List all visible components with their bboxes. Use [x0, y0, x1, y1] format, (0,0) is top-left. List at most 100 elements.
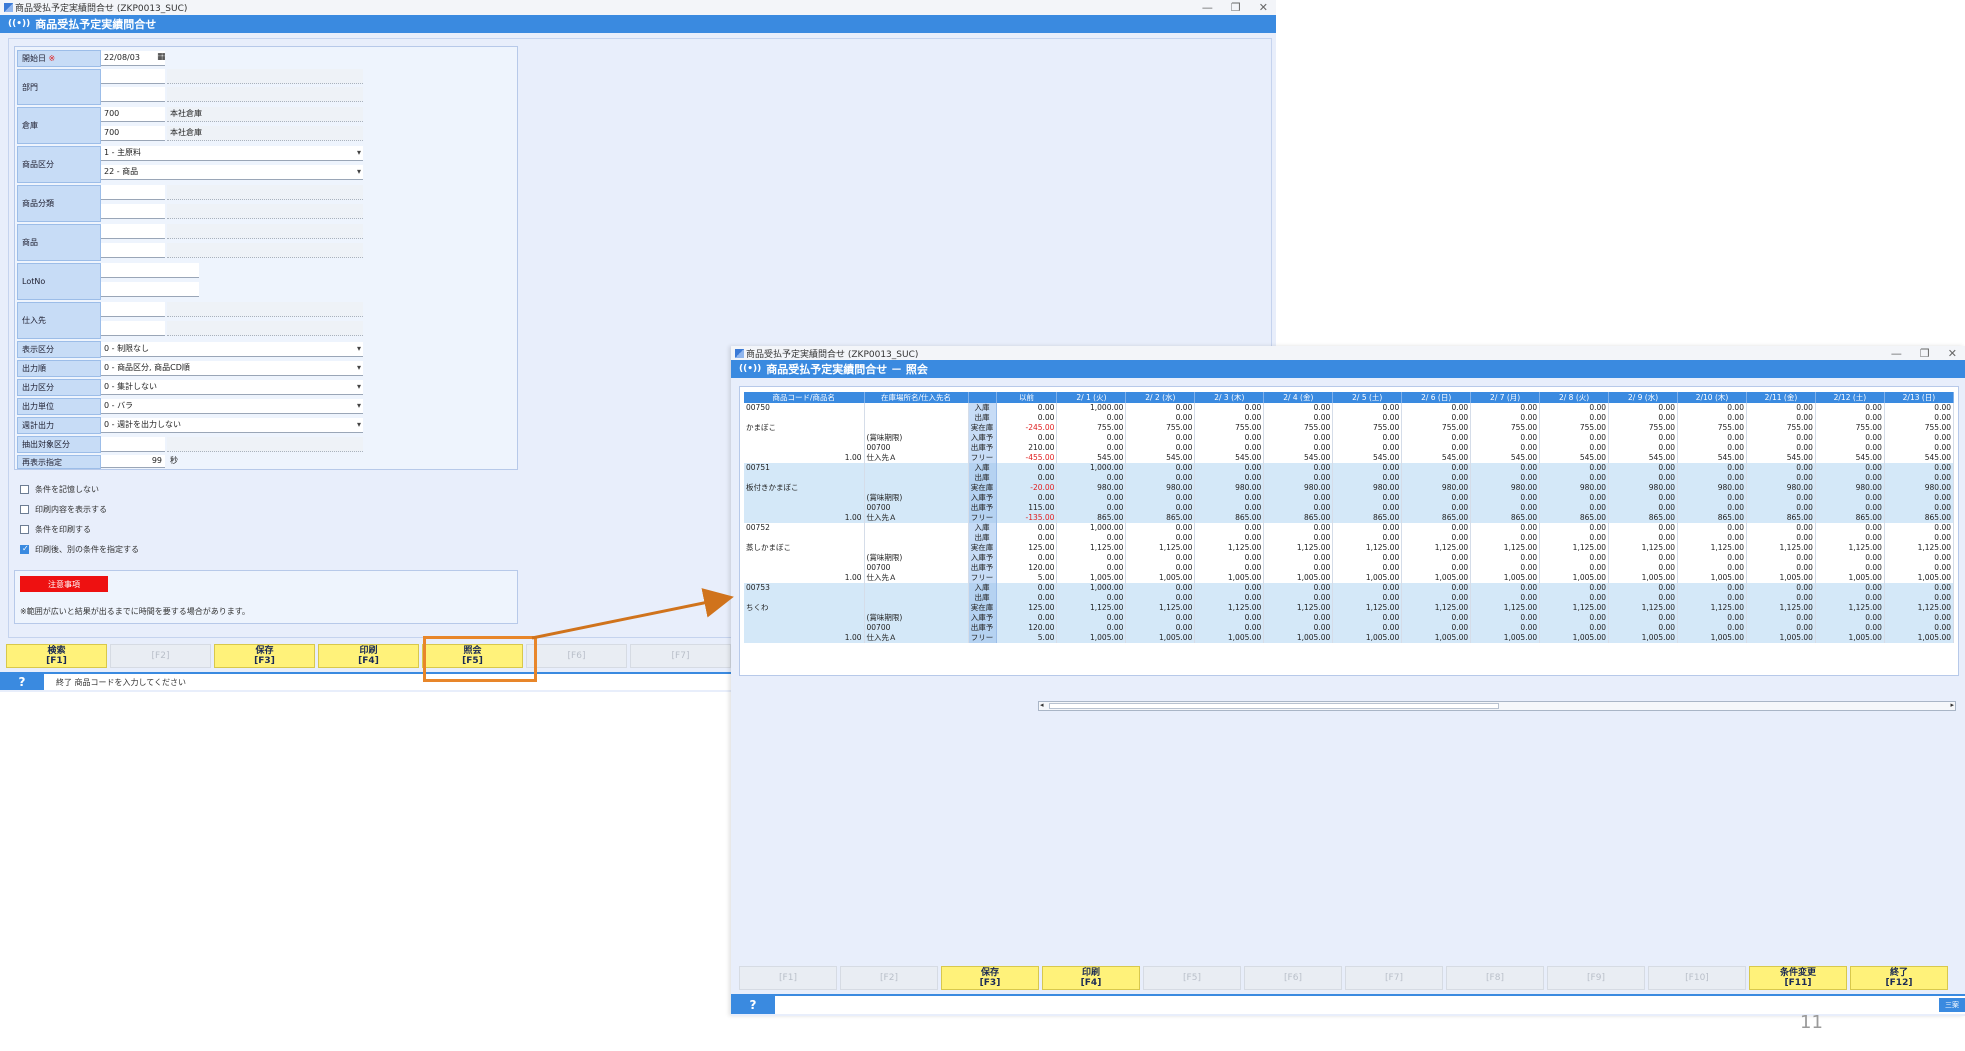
value-cell: 0.00 [1815, 563, 1885, 573]
table-row[interactable]: (賞味期限) 入庫予 0.00 0.00 0.00 0.00 0.00 0.00 0.00 0.0… [744, 433, 1955, 443]
checkbox-no-remember-box[interactable] [20, 485, 29, 494]
warehouse-from-input[interactable]: 700 [101, 107, 165, 122]
scroll-right-icon[interactable]: ▸ [1950, 701, 1954, 709]
checkbox-show-print[interactable]: 印刷内容を表示する [20, 504, 107, 515]
restore-icon[interactable]: ❐ [1231, 0, 1241, 15]
item-class-to-input[interactable] [101, 204, 165, 219]
value-cell: 0.00 [1539, 403, 1610, 413]
checkbox-print-conditions-box[interactable] [20, 525, 29, 534]
value-cell: 980.00 [1332, 483, 1403, 493]
fkey-f12-button[interactable]: 終了 [F12] [1850, 966, 1948, 990]
item-class-from-input[interactable] [101, 185, 165, 200]
output-unit-select[interactable]: 0 - バラ [101, 399, 363, 414]
restore-icon[interactable]: ❐ [1920, 346, 1930, 361]
print-f4-button[interactable]: 印刷 [F4] [318, 644, 419, 668]
item-category-from-select[interactable]: 1 - 主原料 [101, 146, 363, 161]
refresh-input[interactable]: 99 [101, 455, 165, 468]
close-icon[interactable]: ✕ [1259, 0, 1268, 15]
table-row[interactable]: 1.00 仕入先Ａ フリー 5.00 1,005.00 1,005.00 1,005.00 1… [744, 573, 1955, 583]
output-type-label: 出力区分 [17, 379, 101, 396]
display-select[interactable]: 0 - 制限なし [101, 342, 363, 357]
value-cell: 0.00 [1608, 403, 1679, 413]
checkbox-no-remember[interactable]: 条件を記憶しない [20, 484, 99, 495]
table-row[interactable]: (賞味期限) 入庫予 0.00 0.00 0.00 0.00 0.00 0.00 0.00 0.0… [744, 613, 1955, 623]
extract-input[interactable] [101, 437, 165, 452]
table-row[interactable]: 00700 出庫予 210.00 0.00 0.00 0.00 0.00 0.00 0.00 0.… [744, 443, 1955, 453]
column-header: 2/ 1 (火) [1056, 392, 1127, 403]
item-cell: 00753 [744, 583, 865, 593]
table-row[interactable]: 1.00 仕入先Ａ フリー 5.00 1,005.00 1,005.00 1,005.00 1… [744, 633, 1955, 643]
table-row[interactable]: (賞味期限) 入庫予 0.00 0.00 0.00 0.00 0.00 0.00 0.00 0.0… [744, 493, 1955, 503]
dept-from-input[interactable] [101, 69, 165, 84]
value-cell: 1,005.00 [1746, 573, 1816, 583]
table-row[interactable]: 00700 出庫予 115.00 0.00 0.00 0.00 0.00 0.00 0.00 0.… [744, 503, 1955, 513]
table-row[interactable]: 蒸しかまぼこ 実在庫 125.00 1,125.00 1,125.00 1,125.00 1… [744, 543, 1955, 553]
checkbox-after-print-box[interactable] [20, 544, 29, 554]
value-cell: 0.00 [1677, 433, 1747, 443]
help-icon[interactable]: ? [731, 996, 775, 1014]
warehouse-to-input[interactable]: 700 [101, 126, 165, 141]
help-icon[interactable]: ? [0, 674, 44, 690]
save-f3-button[interactable]: 保存 [F3] [214, 644, 315, 668]
search-f1-button[interactable]: 検索 [F1] [6, 644, 107, 668]
dept-to-input[interactable] [101, 87, 165, 102]
value-cell: 0.00 [1125, 553, 1196, 563]
calendar-icon[interactable]: ▦ [157, 52, 166, 62]
table-row[interactable]: かまぼこ 実在庫 -245.00 755.00 755.00 755.00 755.00 75… [744, 423, 1955, 433]
table-row[interactable]: ちくわ 実在庫 125.00 1,125.00 1,125.00 1,125.00 1,12… [744, 603, 1955, 613]
value-cell: 0.00 [1539, 473, 1610, 483]
supplier-to-input[interactable] [101, 321, 165, 336]
value-cell: 0.00 [1815, 463, 1885, 473]
value-cell: 0.00 [1401, 623, 1472, 633]
close-icon[interactable]: ✕ [1948, 346, 1957, 361]
item-from-input[interactable] [101, 224, 165, 239]
notice-button[interactable]: 注意事項 [20, 576, 108, 592]
checkbox-print-conditions[interactable]: 条件を印刷する [20, 524, 91, 535]
lot-to-input[interactable] [101, 282, 199, 297]
value-cell: 0.00 [996, 583, 1058, 593]
table-row[interactable]: 00750 入庫 0.00 1,000.00 0.00 0.00 0.00 0.00 0.00 0… [744, 403, 1955, 413]
table-row[interactable]: 出庫 0.00 0.00 0.00 0.00 0.00 0.00 0.00 0.00 0.00 0.… [744, 533, 1955, 543]
checkbox-after-print[interactable]: 印刷後、別の条件を指定する [20, 544, 139, 555]
table-row[interactable]: 板付きかまぼこ 実在庫 -20.00 980.00 980.00 980.00 980.00… [744, 483, 1955, 493]
weekly-select[interactable]: 0 - 週計を出力しない [101, 418, 363, 433]
value-cell: 0.00 [1056, 613, 1127, 623]
minimize-icon[interactable]: — [1202, 0, 1213, 15]
table-row[interactable]: 1.00 仕入先Ａ フリー -135.00 865.00 865.00 865.00 865.… [744, 513, 1955, 523]
scroll-left-icon[interactable]: ◂ [1040, 701, 1044, 709]
window2-header-title: 商品受払予定実績問合せ － 照会 [766, 363, 928, 376]
table-row[interactable]: (賞味期限) 入庫予 0.00 0.00 0.00 0.00 0.00 0.00 0.00 0.0… [744, 553, 1955, 563]
table-row[interactable]: 出庫 0.00 0.00 0.00 0.00 0.00 0.00 0.00 0.00 0.00 0.… [744, 593, 1955, 603]
horizontal-scrollbar[interactable]: ◂ ▸ [1038, 701, 1956, 711]
value-cell: 0.00 [1401, 443, 1472, 453]
table-row[interactable]: 00753 入庫 0.00 1,000.00 0.00 0.00 0.00 0.00 0.00 0… [744, 583, 1955, 593]
output-order-select[interactable]: 0 - 商品区分, 商品CD順 [101, 361, 363, 376]
value-cell: 0.00 [1677, 443, 1747, 453]
table-row[interactable]: 00751 入庫 0.00 1,000.00 0.00 0.00 0.00 0.00 0.00 0… [744, 463, 1955, 473]
table-row[interactable]: 出庫 0.00 0.00 0.00 0.00 0.00 0.00 0.00 0.00 0.00 0.… [744, 473, 1955, 483]
item-to-input[interactable] [101, 243, 165, 258]
table-row[interactable]: 出庫 0.00 0.00 0.00 0.00 0.00 0.00 0.00 0.00 0.00 0.… [744, 413, 1955, 423]
table-row[interactable]: 00700 出庫予 120.00 0.00 0.00 0.00 0.00 0.00 0.00 0.… [744, 563, 1955, 573]
value-cell: 210.00 [996, 443, 1058, 453]
lot-from-input[interactable] [101, 263, 199, 278]
table-row[interactable]: 00700 出庫予 120.00 0.00 0.00 0.00 0.00 0.00 0.00 0.… [744, 623, 1955, 633]
item-category-to-select[interactable]: 22 - 商品 [101, 165, 363, 180]
value-cell: 0.00 [1263, 613, 1334, 623]
value-cell: 0.00 [1677, 503, 1747, 513]
scrollbar-thumb[interactable] [1049, 703, 1499, 709]
window2-title: 商品受払予定実績問合せ (ZKP0013_SUC) [746, 349, 919, 360]
checkbox-show-print-box[interactable] [20, 505, 29, 514]
supplier-from-input[interactable] [101, 302, 165, 317]
fkey-f3-button[interactable]: 保存 [F3] [941, 966, 1039, 990]
table-row[interactable]: 1.00 仕入先Ａ フリー -455.00 545.00 545.00 545.00 545.… [744, 453, 1955, 463]
output-type-select[interactable]: 0 - 集計しない [101, 380, 363, 395]
fkey-f11-button[interactable]: 条件変更 [F11] [1749, 966, 1847, 990]
value-cell: 0.00 [1470, 533, 1541, 543]
start-date-input[interactable]: 22/08/03 [101, 51, 165, 66]
close-tag[interactable]: 三案 [1939, 998, 1965, 1012]
fkey-f4-button[interactable]: 印刷 [F4] [1042, 966, 1140, 990]
table-row[interactable]: 00752 入庫 0.00 1,000.00 0.00 0.00 0.00 0.00 0.00 0… [744, 523, 1955, 533]
result-table-body: 00750 入庫 0.00 1,000.00 0.00 0.00 0.00 0.00 0.00 0… [744, 403, 1955, 643]
minimize-icon[interactable]: — [1891, 346, 1902, 361]
